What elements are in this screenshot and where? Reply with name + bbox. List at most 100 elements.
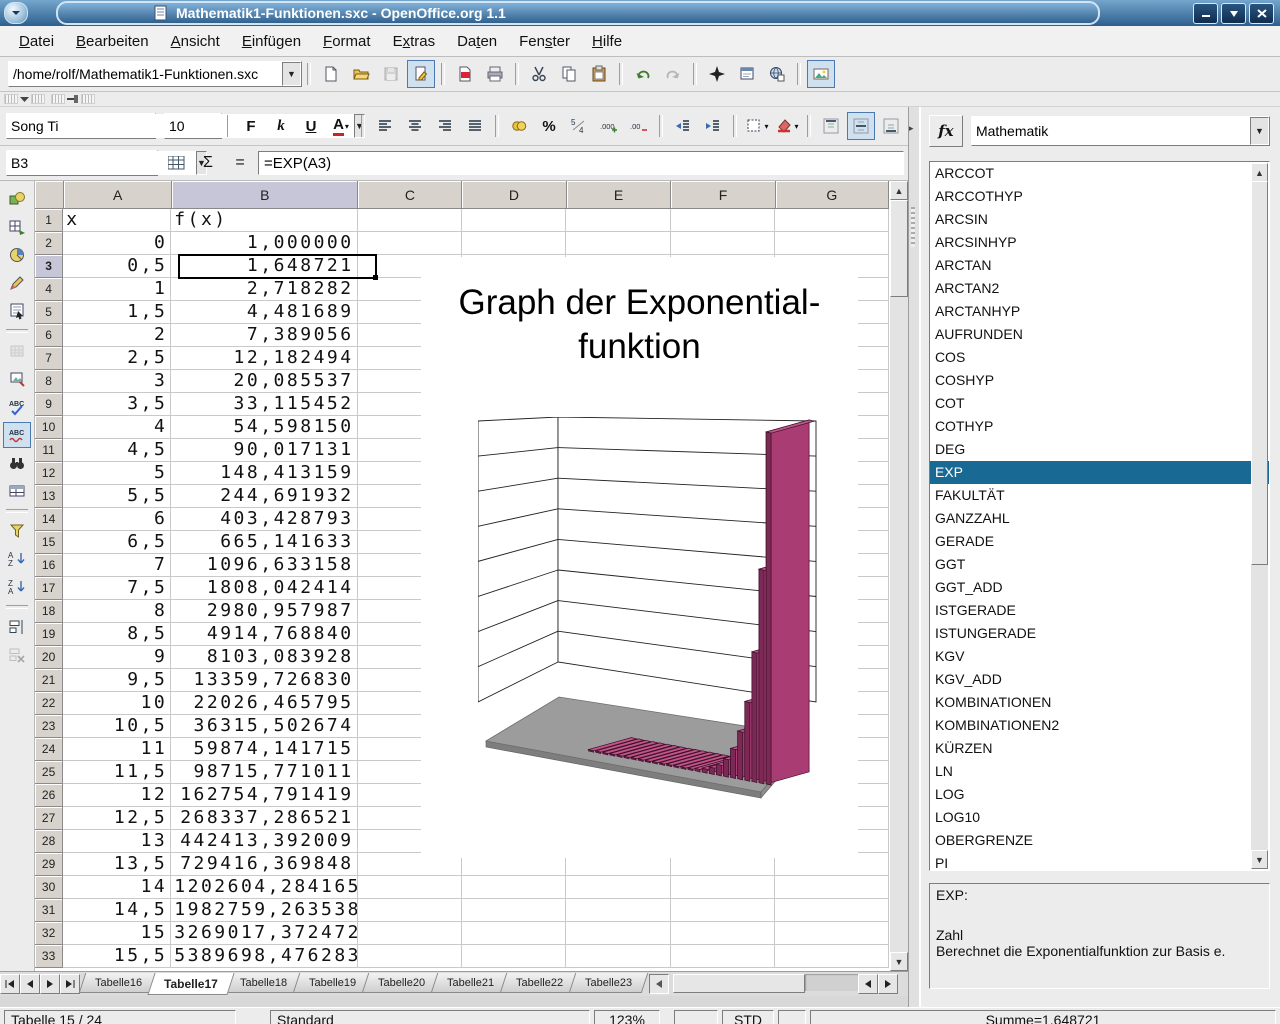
cell-B16[interactable]: 1096,633158 <box>171 554 357 577</box>
cell-B29[interactable]: 729416,369848 <box>171 853 357 876</box>
autofilter-button[interactable] <box>3 518 31 544</box>
scroll-down-button[interactable]: ▼ <box>890 952 908 971</box>
function-item-istungerade[interactable]: ISTUNGERADE <box>930 622 1269 645</box>
form-functions-button[interactable] <box>3 298 31 324</box>
function-wizard-panel-button[interactable]: fx <box>929 115 963 147</box>
column-header-E[interactable]: E <box>567 181 672 209</box>
function-item-gerade[interactable]: GERADE <box>930 530 1269 553</box>
function-item-ggt[interactable]: GGT <box>930 553 1269 576</box>
column-header-B[interactable]: B <box>172 181 358 209</box>
function-item-cot[interactable]: COT <box>930 392 1269 415</box>
function-equals-button[interactable]: = <box>227 150 253 176</box>
row-header-18[interactable]: 18 <box>35 600 63 623</box>
row-header-3[interactable]: 3 <box>35 255 63 278</box>
spellcheck-button[interactable]: ABC <box>3 394 31 420</box>
cell-D32[interactable] <box>462 922 566 945</box>
cut-button[interactable] <box>525 60 553 88</box>
cell-E31[interactable] <box>566 899 671 922</box>
function-item-kombinationen[interactable]: KOMBINATIONEN <box>930 691 1269 714</box>
cell-B6[interactable]: 7,389056 <box>171 324 357 347</box>
font-name-combobox[interactable]: ▼ <box>6 113 156 139</box>
cell-C31[interactable] <box>358 899 462 922</box>
open-document-button[interactable] <box>347 60 375 88</box>
sheet-tab-tabelle16[interactable]: Tabelle16 <box>79 973 159 993</box>
formula-input[interactable] <box>258 151 904 175</box>
first-sheet-button[interactable] <box>0 974 20 994</box>
cell-C32[interactable] <box>358 922 462 945</box>
function-item-kgv[interactable]: KGV <box>930 645 1269 668</box>
horizontal-scrollbar[interactable] <box>673 972 908 994</box>
function-scroll-thumb[interactable] <box>1251 181 1268 565</box>
sort-descending-button[interactable]: ZA <box>3 574 31 600</box>
menu-format[interactable]: Format <box>312 29 382 54</box>
edit-file-button[interactable] <box>407 60 435 88</box>
cell-E2[interactable] <box>566 232 671 255</box>
stylist-button[interactable] <box>733 60 761 88</box>
row-header-1[interactable]: 1 <box>35 209 63 232</box>
row-header-2[interactable]: 2 <box>35 232 63 255</box>
new-document-button[interactable] <box>317 60 345 88</box>
font-size-combobox[interactable]: ▼ <box>164 113 222 139</box>
cell-B33[interactable]: 5389698,476283 <box>171 945 357 968</box>
chart-object[interactable]: Graph der Exponential- funktion <box>421 257 858 858</box>
cell-A22[interactable]: 10 <box>63 692 171 715</box>
menu-daten[interactable]: Daten <box>446 29 508 54</box>
cell-B10[interactable]: 54,598150 <box>171 416 357 439</box>
sum-button[interactable]: Σ <box>195 150 221 176</box>
cell-G32[interactable] <box>775 922 889 945</box>
cell-B9[interactable]: 33,115452 <box>171 393 357 416</box>
paste-button[interactable] <box>585 60 613 88</box>
cell-B7[interactable]: 12,182494 <box>171 347 357 370</box>
row-header-5[interactable]: 5 <box>35 301 63 324</box>
decrease-indent-button[interactable] <box>669 112 697 140</box>
row-header-14[interactable]: 14 <box>35 508 63 531</box>
cell-F31[interactable] <box>671 899 775 922</box>
cell-E33[interactable] <box>566 945 671 968</box>
minimize-button[interactable] <box>1193 3 1218 24</box>
cell-B18[interactable]: 2980,957987 <box>171 600 357 623</box>
cell-B2[interactable]: 1,000000 <box>171 232 357 255</box>
cell-A21[interactable]: 9,5 <box>63 669 171 692</box>
cell-C1[interactable] <box>358 209 462 232</box>
column-header-D[interactable]: D <box>462 181 566 209</box>
borders-button[interactable]: ▾ <box>743 112 771 140</box>
auto-spellcheck-button[interactable]: ABC <box>3 422 31 448</box>
menu-bearbeiten[interactable]: Bearbeiten <box>65 29 160 54</box>
cell-C30[interactable] <box>358 876 462 899</box>
menu-ansicht[interactable]: Ansicht <box>160 29 231 54</box>
fill-handle[interactable] <box>373 275 378 280</box>
cell-A24[interactable]: 11 <box>63 738 171 761</box>
cell-B32[interactable]: 3269017,372472 <box>171 922 357 945</box>
insert-button[interactable] <box>3 186 31 212</box>
column-header-C[interactable]: C <box>358 181 462 209</box>
last-sheet-button[interactable] <box>60 974 80 994</box>
number-add-decimal-button[interactable]: .000 <box>595 112 623 140</box>
italic-button[interactable]: k <box>267 112 295 140</box>
menu-einfgen[interactable]: Einfügen <box>231 29 312 54</box>
insert-object-button[interactable] <box>3 242 31 268</box>
row-header-4[interactable]: 4 <box>35 278 63 301</box>
menu-fenster[interactable]: Fenster <box>508 29 581 54</box>
cell-A4[interactable]: 1 <box>63 278 171 301</box>
cell-E1[interactable] <box>566 209 671 232</box>
cell-C33[interactable] <box>358 945 462 968</box>
function-item-kgv_add[interactable]: KGV_ADD <box>930 668 1269 691</box>
toolbar-pin-grip[interactable] <box>51 95 95 104</box>
menu-hilfe[interactable]: Hilfe <box>581 29 633 54</box>
sheet-tab-tabelle17[interactable]: Tabelle17 <box>148 973 235 995</box>
function-item-istgerade[interactable]: ISTGERADE <box>930 599 1269 622</box>
cell-B27[interactable]: 268337,286521 <box>171 807 357 830</box>
row-header-28[interactable]: 28 <box>35 830 63 853</box>
cell-F1[interactable] <box>671 209 775 232</box>
function-item-log[interactable]: LOG <box>930 783 1269 806</box>
row-header-27[interactable]: 27 <box>35 807 63 830</box>
column-header-G[interactable]: G <box>776 181 890 209</box>
align-right-button[interactable] <box>431 112 459 140</box>
function-category-dropdown-button[interactable]: ▼ <box>1250 117 1269 145</box>
insert-cells-button[interactable] <box>3 214 31 240</box>
maximize-button[interactable] <box>1221 3 1246 24</box>
cell-F33[interactable] <box>671 945 775 968</box>
cell-D30[interactable] <box>462 876 566 899</box>
vertical-scrollbar[interactable]: ▲ ▼ <box>889 181 908 971</box>
cell-A16[interactable]: 7 <box>63 554 171 577</box>
